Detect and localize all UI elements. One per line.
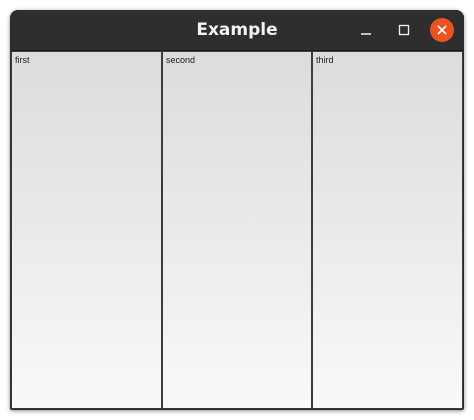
close-button[interactable]	[430, 18, 454, 42]
pane-third[interactable]: third	[312, 51, 463, 409]
pane-second[interactable]: second	[162, 51, 312, 409]
app-window: Example first second third	[10, 10, 464, 410]
maximize-icon	[398, 24, 410, 36]
pane-first[interactable]: first	[11, 51, 162, 409]
pane-label: first	[15, 55, 30, 65]
maximize-button[interactable]	[392, 18, 416, 42]
title-bar[interactable]: Example	[10, 10, 464, 51]
pane-container: first second third	[11, 51, 463, 409]
pane-label: third	[316, 55, 334, 65]
minimize-button[interactable]	[354, 18, 378, 42]
close-icon	[437, 25, 447, 35]
minimize-icon	[361, 33, 371, 35]
pane-label: second	[166, 55, 196, 65]
